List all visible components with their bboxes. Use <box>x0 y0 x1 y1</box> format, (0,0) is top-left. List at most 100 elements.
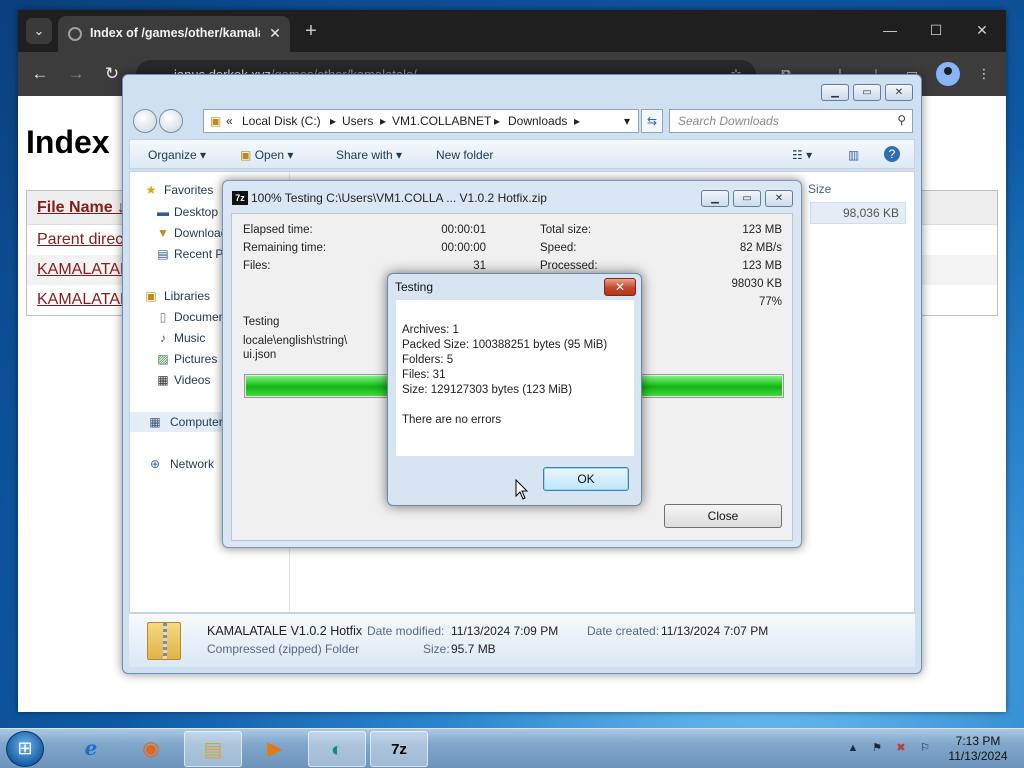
sevenzip-minimize-button[interactable]: ▁ <box>701 190 729 207</box>
total-size-value: 123 MB <box>742 224 782 236</box>
start-button[interactable] <box>6 731 44 767</box>
chevron-right-icon[interactable]: ▸ <box>494 114 500 128</box>
clock-date: 11/13/2024 <box>948 749 1008 763</box>
close-button[interactable]: Close <box>664 504 782 528</box>
details-file-type: Compressed (zipped) Folder <box>207 642 360 656</box>
breadcrumb-item[interactable]: Local Disk (C:) <box>242 114 321 128</box>
modified-label: Date modified: <box>367 624 445 638</box>
ok-button[interactable]: OK <box>543 467 629 491</box>
browser-taskbar-button[interactable]: ◐ <box>308 731 366 767</box>
computer-icon: ▦ <box>149 415 161 429</box>
page-title: Index <box>26 124 110 160</box>
documents-icon: ▯ <box>159 310 167 324</box>
libraries-icon: ▣ <box>145 289 157 303</box>
sevenzip-taskbar-button[interactable]: 7z <box>370 731 428 767</box>
internet-explorer-icon[interactable]: ℯ <box>62 731 120 767</box>
help-icon[interactable]: ? <box>884 146 900 162</box>
message-box-title: Testing <box>395 280 434 294</box>
maximize-button[interactable]: ☐ <box>916 16 956 44</box>
selected-file-size[interactable]: 98,036 KB <box>810 202 906 224</box>
close-tab-icon[interactable]: ✕ <box>266 24 284 42</box>
network-icon: ⊕ <box>149 457 161 471</box>
explorer-close-button[interactable]: ✕ <box>885 84 913 101</box>
share-with-menu[interactable]: Share with ▾ <box>336 148 402 162</box>
packed-size-value: 98030 KB <box>731 278 782 290</box>
files-label: Files: <box>243 260 271 272</box>
organize-menu[interactable]: Organize ▾ <box>148 148 206 162</box>
speed-label: Speed: <box>540 242 577 254</box>
taskbar: ℯ ◉ ▤ ▶ ◐ 7z ▲ ⚑ ✖ ⚐ 7:13 PM 11/13/2024 <box>0 728 1024 768</box>
back-button[interactable]: ← <box>28 62 52 86</box>
close-window-button[interactable]: ✕ <box>962 16 1002 44</box>
processed-label: Processed: <box>540 260 598 272</box>
explorer-refresh-button[interactable]: ⇆ <box>641 109 663 133</box>
explorer-search-box[interactable]: Search Downloads ⚲ <box>669 109 913 133</box>
speed-value: 82 MB/s <box>739 242 782 254</box>
size-value: 95.7 MB <box>451 642 496 656</box>
new-folder-button[interactable]: New folder <box>436 148 493 162</box>
chevron-down-icon[interactable]: ▾ <box>624 114 630 128</box>
sevenzip-close-button[interactable]: ✕ <box>765 190 793 207</box>
breadcrumb-item[interactable]: Users <box>342 114 373 128</box>
recent-icon: ▤ <box>157 247 169 261</box>
globe-icon <box>68 27 82 41</box>
open-menu[interactable]: ▣ Open ▾ <box>240 148 293 162</box>
media-player-icon[interactable]: ▶ <box>246 731 304 767</box>
browser-tab[interactable]: Index of /games/other/kamalatale ✕ <box>58 16 290 52</box>
profile-avatar[interactable] <box>936 62 960 86</box>
zip-folder-icon <box>147 622 181 660</box>
chevron-right-icon[interactable]: ▸ <box>380 114 386 128</box>
message-line: Folders: 5 <box>402 354 454 366</box>
explorer-forward-button[interactable] <box>159 109 183 133</box>
reload-button[interactable]: ↻ <box>100 62 124 86</box>
preview-pane-icon[interactable]: ▥ <box>848 148 859 162</box>
sort-by-name-link[interactable]: File Name ↓ <box>37 199 125 217</box>
action-center-icon[interactable]: ⚑ <box>870 741 884 755</box>
search-icon: ⚲ <box>897 113 906 127</box>
network-tray-icon[interactable]: ✖ <box>894 741 908 755</box>
size-label: Size: <box>423 642 450 656</box>
file-explorer-taskbar-button[interactable]: ▤ <box>184 731 242 767</box>
tab-title: Index of /games/other/kamalatale <box>90 26 260 40</box>
view-options-icon[interactable]: ☷ ▾ <box>792 148 812 162</box>
explorer-address-bar[interactable]: ▣ « Local Disk (C:) ▸ Users ▸ VM1.COLLAB… <box>203 109 639 133</box>
breadcrumb-item[interactable]: VM1.COLLABNET <box>392 114 491 128</box>
message-close-button[interactable]: ✕ <box>604 278 636 296</box>
details-pane: KAMALATALE V1.0.2 Hotfix Compressed (zip… <box>129 613 915 667</box>
mouse-cursor-icon <box>515 479 529 500</box>
flag-tray-icon[interactable]: ⚐ <box>918 741 932 755</box>
size-column-header[interactable]: Size <box>808 182 831 196</box>
elapsed-value: 00:00:01 <box>441 224 486 236</box>
chevron-right-icon[interactable]: ▸ <box>574 114 580 128</box>
modified-value: 11/13/2024 7:09 PM <box>451 624 559 638</box>
sevenzip-maximize-button[interactable]: ▭ <box>733 190 761 207</box>
explorer-back-button[interactable] <box>133 109 157 133</box>
breadcrumb-item[interactable]: Downloads <box>508 114 567 128</box>
minimize-button[interactable]: — <box>870 16 910 44</box>
firefox-icon[interactable]: ◉ <box>122 731 180 767</box>
forward-button[interactable]: → <box>64 62 88 86</box>
show-hidden-icons[interactable]: ▲ <box>846 741 860 755</box>
explorer-minimize-button[interactable]: ▁ <box>821 84 849 101</box>
testing-message-box: Testing ✕ Archives: 1 Packed Size: 10038… <box>387 273 642 506</box>
folder-icon: ▣ <box>210 114 222 128</box>
menu-dots-icon[interactable]: ⋮ <box>974 64 994 84</box>
explorer-address-row: ▣ « Local Disk (C:) ▸ Users ▸ VM1.COLLAB… <box>129 108 915 134</box>
current-file-path: locale\english\string\ ui.json <box>243 335 348 361</box>
processed-value: 123 MB <box>742 260 782 272</box>
status-label: Testing <box>243 316 280 328</box>
browser-tabbar: ⌄ Index of /games/other/kamalatale ✕ + —… <box>18 10 1006 52</box>
created-label: Date created: <box>587 624 660 638</box>
clock[interactable]: 7:13 PM 11/13/2024 <box>944 734 1012 764</box>
explorer-maximize-button[interactable]: ▭ <box>853 84 881 101</box>
message-body: Archives: 1 Packed Size: 100388251 bytes… <box>396 300 634 456</box>
new-tab-button[interactable]: + <box>298 18 324 44</box>
remaining-label: Remaining time: <box>243 242 327 254</box>
created-value: 11/13/2024 7:07 PM <box>661 624 769 638</box>
tab-search-button[interactable]: ⌄ <box>26 18 52 44</box>
message-line: Archives: 1 <box>402 324 459 336</box>
chevron-right-icon[interactable]: ▸ <box>330 114 336 128</box>
sevenzip-icon: 7z <box>232 191 248 205</box>
clock-time: 7:13 PM <box>955 734 1001 748</box>
message-line: Files: 31 <box>402 369 446 381</box>
